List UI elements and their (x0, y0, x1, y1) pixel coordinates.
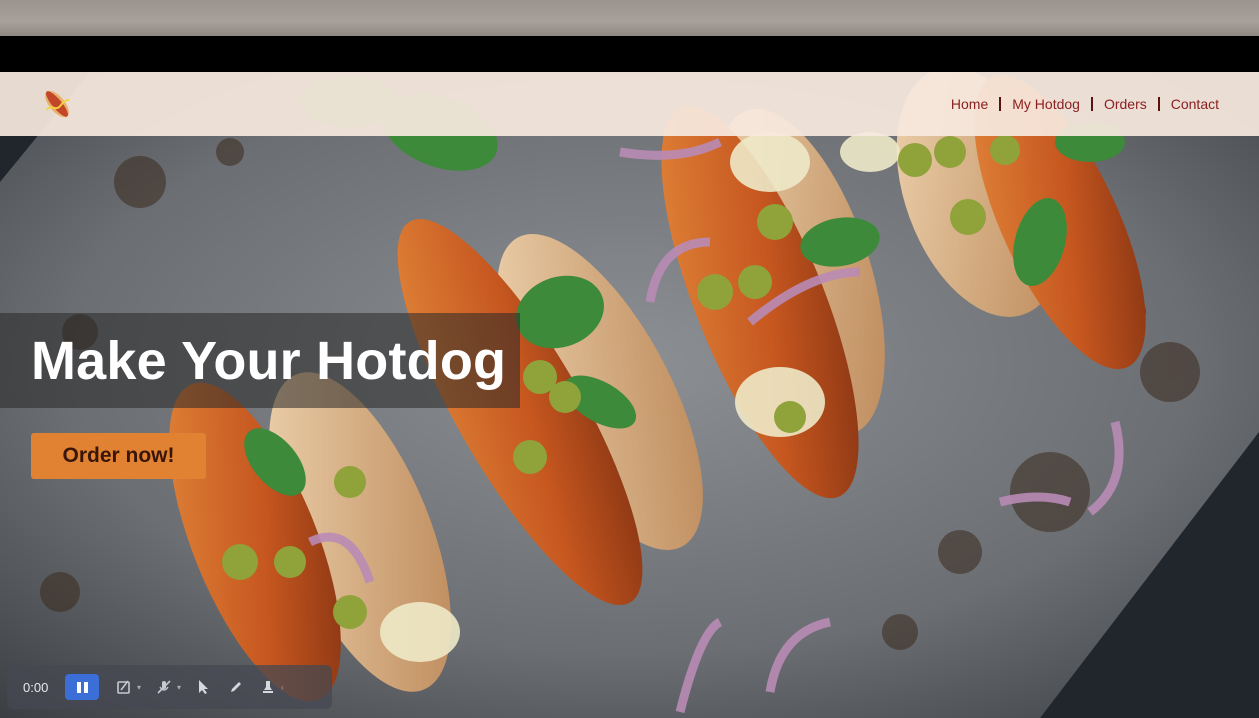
hotdog-icon[interactable] (38, 85, 76, 123)
chevron-down-icon[interactable]: ▾ (137, 683, 141, 692)
black-band (0, 36, 1259, 72)
nav-link-contact[interactable]: Contact (1171, 96, 1219, 112)
pause-icon[interactable] (65, 674, 99, 700)
nav-link-orders[interactable]: Orders (1104, 96, 1147, 112)
screen: Home My Hotdog Orders Contact Make Your … (0, 0, 1259, 718)
nav-separator (999, 97, 1002, 111)
main-nav: Home My Hotdog Orders Contact (951, 96, 1219, 112)
chevron-left-icon[interactable]: ‹ (281, 683, 284, 692)
nav-link-home[interactable]: Home (951, 96, 988, 112)
draw-off-icon[interactable] (113, 676, 135, 698)
pen-icon[interactable] (225, 676, 247, 698)
highlighter-icon[interactable] (257, 676, 279, 698)
pointer-icon[interactable] (193, 676, 215, 698)
recording-toolbar: 0:00 ▾ ▾ ‹ (7, 665, 332, 709)
nav-separator (1157, 97, 1160, 111)
recording-timer: 0:00 (23, 679, 49, 695)
nav-separator (1090, 97, 1093, 111)
mic-off-icon[interactable] (153, 676, 175, 698)
order-now-button[interactable]: Order now! (31, 433, 206, 479)
hero-headline: Make Your Hotdog (31, 331, 507, 391)
nav-link-my-hotdog[interactable]: My Hotdog (1012, 96, 1080, 112)
navbar: Home My Hotdog Orders Contact (0, 72, 1259, 136)
chevron-down-icon[interactable]: ▾ (177, 683, 181, 692)
top-strip (0, 0, 1259, 36)
